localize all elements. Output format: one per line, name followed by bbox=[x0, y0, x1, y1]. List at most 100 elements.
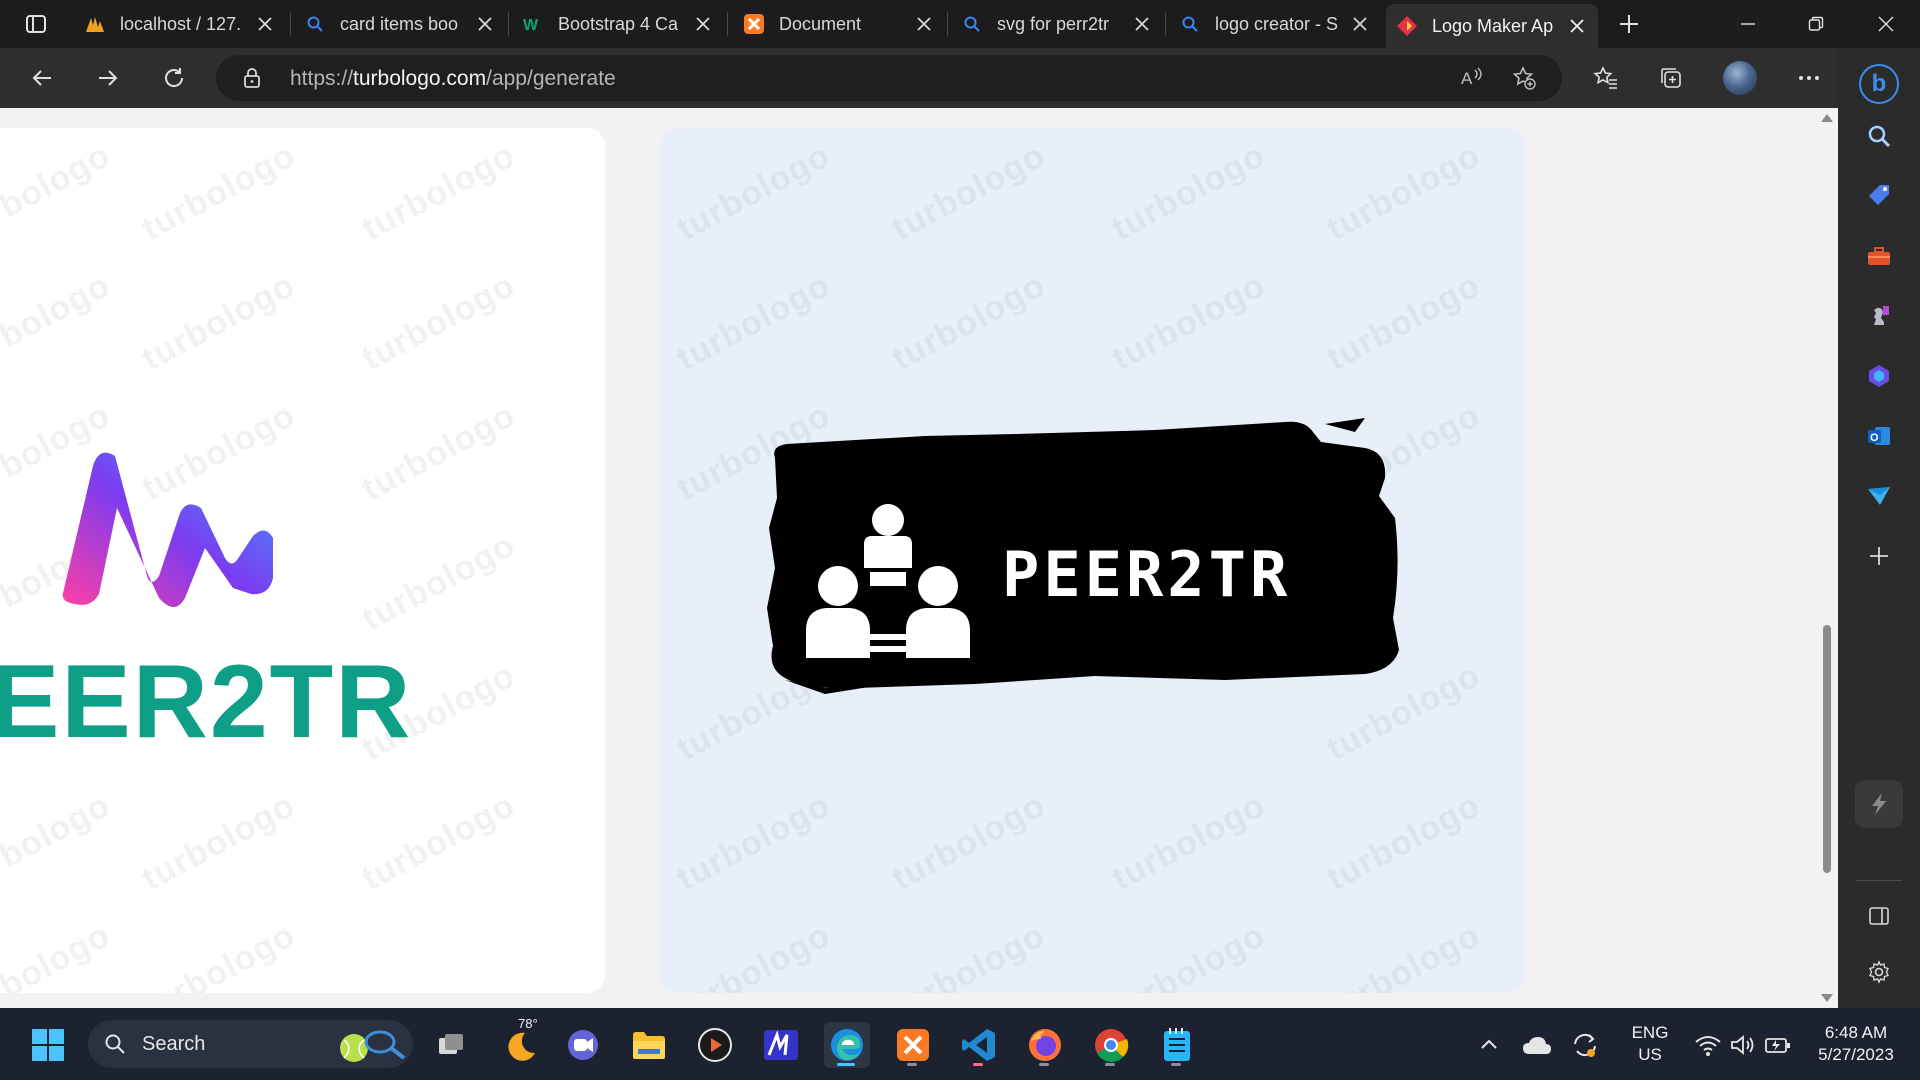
clock[interactable]: 6:48 AM 5/27/2023 bbox=[1800, 1022, 1912, 1066]
teams-chat-button[interactable] bbox=[560, 1022, 606, 1068]
powerautomate-button[interactable] bbox=[758, 1022, 804, 1068]
onedrive-button[interactable] bbox=[1514, 1022, 1560, 1068]
show-hidden-icons-button[interactable] bbox=[1466, 1022, 1512, 1068]
microsoft-365-button[interactable] bbox=[1859, 356, 1899, 396]
watermark: turbologo bbox=[1105, 265, 1272, 379]
close-icon[interactable] bbox=[692, 13, 714, 35]
edge-icon bbox=[831, 1029, 863, 1061]
outlook-button[interactable]: O bbox=[1859, 416, 1899, 456]
minimize-button[interactable] bbox=[1714, 0, 1782, 48]
outlook-icon: O bbox=[1868, 427, 1890, 445]
w3schools-icon: W bbox=[522, 13, 544, 35]
bing-chat-button[interactable]: b bbox=[1859, 64, 1899, 104]
tab-svg-search[interactable]: svg for perr2tr bbox=[951, 4, 1163, 44]
chrome-button[interactable] bbox=[1088, 1022, 1134, 1068]
app-m-icon bbox=[764, 1030, 798, 1060]
close-icon[interactable] bbox=[254, 13, 276, 35]
tab-title: localhost / 127. bbox=[120, 13, 242, 34]
forward-button[interactable] bbox=[88, 60, 128, 96]
watermark: turbologo bbox=[0, 915, 117, 993]
firefox-icon bbox=[1029, 1029, 1061, 1061]
scroll-down-arrow[interactable] bbox=[1821, 994, 1833, 1002]
watermark: turbologo bbox=[670, 135, 837, 249]
wifi-icon bbox=[1695, 1036, 1721, 1056]
add-favorite-button[interactable] bbox=[1504, 60, 1544, 96]
favorites-icon bbox=[1593, 66, 1617, 89]
tab-actions-button[interactable] bbox=[14, 8, 58, 40]
restore-button[interactable] bbox=[1782, 0, 1850, 48]
page-scrollbar[interactable] bbox=[1816, 108, 1838, 1008]
watermark: turbologo bbox=[1320, 135, 1487, 249]
lightning-icon bbox=[1872, 793, 1886, 815]
profile-button[interactable] bbox=[1720, 60, 1760, 96]
gear-icon bbox=[1869, 960, 1889, 984]
restore-icon bbox=[1808, 16, 1824, 31]
close-window-button[interactable] bbox=[1852, 0, 1920, 48]
close-icon[interactable] bbox=[913, 13, 935, 35]
tab-card-items[interactable]: card items boo bbox=[294, 4, 506, 44]
play-icon bbox=[698, 1028, 732, 1062]
read-aloud-button[interactable]: A bbox=[1452, 60, 1492, 96]
games-button[interactable] bbox=[1859, 296, 1899, 336]
input-language[interactable]: ENG US bbox=[1622, 1022, 1678, 1066]
start-button[interactable] bbox=[25, 1022, 71, 1068]
tab-logo-maker[interactable]: Logo Maker Ap bbox=[1386, 4, 1598, 48]
tools-button[interactable] bbox=[1859, 236, 1899, 276]
taskbar-search-box[interactable]: Search bbox=[88, 1020, 413, 1068]
firefox-button[interactable] bbox=[1022, 1022, 1068, 1068]
paper-plane-icon bbox=[1868, 487, 1890, 505]
search-sidebar-button[interactable] bbox=[1859, 116, 1899, 156]
close-icon[interactable] bbox=[474, 13, 496, 35]
hide-sidebar-button[interactable] bbox=[1859, 896, 1899, 936]
scroll-up-arrow[interactable] bbox=[1821, 114, 1833, 122]
gradient-m-logo-mark bbox=[62, 452, 273, 607]
tab-bootstrap[interactable]: W Bootstrap 4 Ca bbox=[512, 4, 724, 44]
scroll-thumb[interactable] bbox=[1823, 625, 1831, 873]
tab-separator bbox=[727, 12, 728, 36]
refresh-button[interactable] bbox=[154, 60, 194, 96]
tab-title: Bootstrap 4 Ca bbox=[558, 13, 679, 34]
sidebar-settings-button[interactable] bbox=[1859, 952, 1899, 992]
edge-taskbar-button[interactable] bbox=[824, 1022, 870, 1068]
add-sidebar-app-button[interactable] bbox=[1859, 536, 1899, 576]
close-icon[interactable] bbox=[1131, 13, 1153, 35]
tennis-racket-icon bbox=[340, 1030, 406, 1062]
favorites-button[interactable] bbox=[1586, 60, 1626, 96]
logo-card-gradient[interactable]: turbologo turbologo turbologo turbologo … bbox=[0, 128, 605, 993]
address-bar[interactable]: https://turbologo.com/app/generate A bbox=[216, 55, 1562, 101]
task-view-button[interactable] bbox=[428, 1022, 474, 1068]
close-icon[interactable] bbox=[1349, 13, 1371, 35]
shopping-button[interactable] bbox=[1859, 176, 1899, 216]
logo-card-brush[interactable]: turbologo turbologo turbologo turbologo … bbox=[660, 128, 1525, 993]
volume-icon bbox=[1731, 1035, 1754, 1055]
extension-button[interactable] bbox=[1855, 780, 1903, 828]
file-explorer-button[interactable] bbox=[626, 1022, 672, 1068]
edge-sidebar: b O bbox=[1838, 48, 1920, 1008]
tab-document[interactable]: Document bbox=[733, 4, 945, 44]
tab-logo-creator[interactable]: logo creator - S bbox=[1169, 4, 1381, 44]
weather-widget[interactable]: 78° bbox=[496, 1016, 542, 1068]
notepad-button[interactable] bbox=[1154, 1022, 1200, 1068]
collections-button[interactable] bbox=[1651, 60, 1691, 96]
back-button[interactable] bbox=[22, 60, 62, 96]
sync-icon bbox=[1574, 1033, 1596, 1057]
close-icon[interactable] bbox=[1566, 15, 1588, 37]
drop-button[interactable] bbox=[1859, 476, 1899, 516]
lock-icon[interactable] bbox=[242, 67, 262, 94]
sync-button[interactable] bbox=[1562, 1022, 1608, 1068]
xampp-taskbar-button[interactable] bbox=[890, 1022, 936, 1068]
vscode-button[interactable] bbox=[956, 1022, 1002, 1068]
svg-text:O: O bbox=[1870, 432, 1879, 444]
search-icon bbox=[105, 1034, 125, 1054]
watermark: turbologo bbox=[1105, 915, 1272, 993]
watermark: turbologo bbox=[355, 135, 522, 249]
quick-settings-button[interactable] bbox=[1688, 1022, 1798, 1068]
running-indicator bbox=[907, 1063, 917, 1066]
watermark: turbologo bbox=[885, 785, 1052, 899]
tab-localhost[interactable]: localhost / 127. bbox=[74, 4, 286, 44]
chrome-icon bbox=[1095, 1029, 1129, 1062]
watermark: turbologo bbox=[0, 135, 117, 249]
settings-more-button[interactable] bbox=[1789, 60, 1829, 96]
new-tab-button[interactable] bbox=[1595, 0, 1663, 48]
media-player-button[interactable] bbox=[692, 1022, 738, 1068]
